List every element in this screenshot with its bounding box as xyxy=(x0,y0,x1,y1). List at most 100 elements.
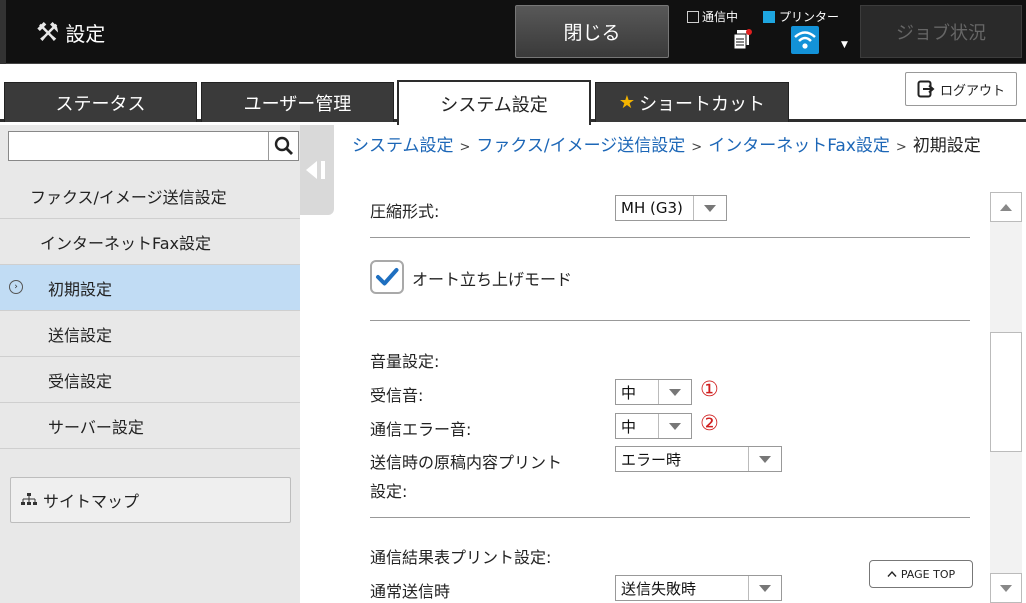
scrollbar[interactable] xyxy=(990,192,1022,603)
scroll-down-button[interactable] xyxy=(990,573,1022,603)
app-title-label: 設定 xyxy=(65,22,106,46)
printer-status-box xyxy=(763,10,775,23)
communication-status: 通信中 xyxy=(687,8,738,25)
sitemap-icon xyxy=(21,493,37,505)
divider xyxy=(370,237,970,238)
sitemap-label: サイトマップ xyxy=(43,492,140,511)
sidebar-item-label: 受信設定 xyxy=(48,371,113,391)
normal-send-label: 通常送信時 xyxy=(370,582,451,601)
original-print-label: 送信時の原稿内容プリント xyxy=(370,453,563,472)
page-top-button[interactable]: PAGE TOP xyxy=(869,560,973,588)
top-bar-edge xyxy=(0,0,6,64)
checkmark-icon xyxy=(376,268,399,286)
breadcrumb-separator: > xyxy=(691,140,703,155)
top-bar: ⚒ 設定 閉じる 通信中 プリンター ▼ ジョブ状況 xyxy=(0,0,1026,64)
error-tone-select[interactable]: 中 xyxy=(615,413,692,439)
logout-label: ログアウト xyxy=(939,83,1005,99)
tab-bar: ステータス ユーザー管理 システム設定 ★ ショートカット ログアウト xyxy=(0,64,1026,125)
auto-start-checkbox[interactable] xyxy=(370,260,404,294)
tab-status[interactable]: ステータス xyxy=(4,82,197,122)
compression-select[interactable]: MH (G3) xyxy=(615,195,727,221)
tab-shortcut-label: ショートカット xyxy=(639,93,766,115)
chevron-down-icon xyxy=(749,576,781,600)
original-print-label-cont: 設定: xyxy=(370,482,408,501)
receive-tone-select[interactable]: 中 xyxy=(615,379,692,405)
sidebar-nav: ファクス/イメージ送信設定 インターネットFax設定 › 初期設定 送信設定 受… xyxy=(0,173,300,449)
tab-user-management-label: ユーザー管理 xyxy=(243,93,352,115)
sidebar-item-internet-fax[interactable]: インターネットFax設定 xyxy=(0,219,300,265)
tab-system-settings[interactable]: システム設定 xyxy=(397,80,591,125)
divider xyxy=(370,320,970,321)
logout-icon xyxy=(917,80,935,98)
status-dropdown-icon[interactable]: ▼ xyxy=(841,40,848,50)
sidebar-item-receive-settings[interactable]: 受信設定 xyxy=(0,357,300,403)
original-print-select[interactable]: エラー時 xyxy=(615,446,782,472)
compression-label: 圧縮形式: xyxy=(370,202,440,221)
chevron-down-icon xyxy=(659,380,691,404)
tab-shortcut[interactable]: ★ ショートカット xyxy=(595,82,789,122)
star-icon: ★ xyxy=(618,92,636,113)
normal-send-value: 送信失敗時 xyxy=(616,576,749,600)
chevron-right-icon: › xyxy=(9,280,23,294)
error-tone-value: 中 xyxy=(616,414,659,438)
divider xyxy=(370,517,970,518)
scroll-up-button[interactable] xyxy=(990,192,1022,222)
receive-tone-value: 中 xyxy=(616,380,659,404)
breadcrumb: システム設定 > ファクス/イメージ送信設定 > インターネットFax設定 > 初期設定 xyxy=(352,133,1012,161)
compression-value: MH (G3) xyxy=(616,196,694,220)
breadcrumb-link-internet-fax[interactable]: インターネットFax設定 xyxy=(708,136,890,156)
chevron-down-icon xyxy=(694,196,726,220)
callout-marker-1: ① xyxy=(700,377,719,401)
sidebar-item-fax-image-send[interactable]: ファクス/イメージ送信設定 xyxy=(0,173,300,219)
search-button[interactable] xyxy=(268,132,298,160)
triangle-down-icon xyxy=(1000,584,1012,592)
tab-system-settings-label: システム設定 xyxy=(440,94,548,116)
job-status-button[interactable]: ジョブ状況 xyxy=(860,5,1022,58)
sidebar-item-label: 初期設定 xyxy=(48,279,113,299)
sidebar-collapse-toggle[interactable] xyxy=(300,125,334,215)
app-title: ⚒ 設定 xyxy=(36,18,105,47)
search-icon xyxy=(274,136,293,155)
close-button[interactable]: 閉じる xyxy=(515,5,669,58)
sidebar-item-label: ファクス/イメージ送信設定 xyxy=(30,187,227,207)
volume-heading: 音量設定: xyxy=(370,352,440,371)
sidebar-item-label: サーバー設定 xyxy=(48,417,144,437)
tab-user-management[interactable]: ユーザー管理 xyxy=(201,82,394,122)
original-print-value: エラー時 xyxy=(616,447,749,471)
tools-icon: ⚒ xyxy=(36,17,60,48)
normal-send-select[interactable]: 送信失敗時 xyxy=(615,575,782,601)
search-box xyxy=(8,131,299,161)
receive-tone-label: 受信音: xyxy=(370,386,424,405)
collapse-bar-icon xyxy=(321,161,325,179)
communication-status-label: 通信中 xyxy=(702,10,739,24)
sidebar-item-label: インターネットFax設定 xyxy=(40,233,212,253)
chevron-down-icon xyxy=(749,447,781,471)
sitemap-button[interactable]: サイトマップ xyxy=(10,477,291,523)
device-status-area[interactable]: 通信中 プリンター ▼ xyxy=(681,2,851,62)
chevron-up-icon xyxy=(887,570,897,577)
error-tone-label: 通信エラー音: xyxy=(370,420,472,439)
documents-icon xyxy=(733,29,752,50)
wifi-icon xyxy=(791,26,819,54)
breadcrumb-current: 初期設定 xyxy=(912,136,981,156)
logout-button[interactable]: ログアウト xyxy=(905,72,1017,106)
search-input[interactable] xyxy=(9,132,271,160)
sidebar-item-server-settings[interactable]: サーバー設定 xyxy=(0,403,300,449)
breadcrumb-separator: > xyxy=(895,140,907,155)
breadcrumb-link-system-settings[interactable]: システム設定 xyxy=(352,136,454,156)
sidebar-item-initial-settings[interactable]: › 初期設定 xyxy=(0,265,300,311)
chevron-down-icon xyxy=(659,414,691,438)
tab-status-label: ステータス xyxy=(55,93,146,115)
page-top-label: PAGE TOP xyxy=(900,567,956,581)
communication-status-box xyxy=(687,10,699,23)
sidebar-item-send-settings[interactable]: 送信設定 xyxy=(0,311,300,357)
collapse-arrow-icon xyxy=(306,161,317,179)
auto-start-label: オート立ち上げモード xyxy=(412,270,573,289)
scrollbar-thumb[interactable] xyxy=(990,332,1022,452)
printer-status: プリンター xyxy=(763,8,839,25)
sidebar-item-label: 送信設定 xyxy=(48,325,113,345)
triangle-up-icon xyxy=(1000,203,1012,211)
sidebar: ファクス/イメージ送信設定 インターネットFax設定 › 初期設定 送信設定 受… xyxy=(0,125,300,603)
breadcrumb-link-fax-image-send[interactable]: ファクス/イメージ送信設定 xyxy=(476,136,685,156)
settings-panel: 圧縮形式: MH (G3) オート立ち上げモード 音量設定: 受信音: 中 ① … xyxy=(350,192,990,603)
